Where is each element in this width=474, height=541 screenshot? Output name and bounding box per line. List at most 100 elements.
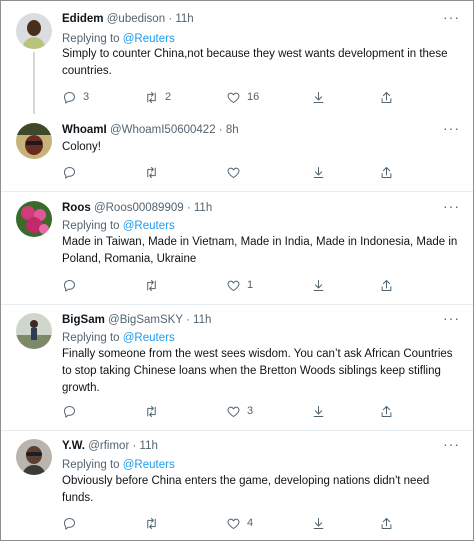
- author-name[interactable]: Y.W.: [62, 440, 85, 452]
- reply-icon: [64, 166, 75, 179]
- tweet-text: Finally someone from the west sees wisdo…: [62, 348, 453, 394]
- thread-line: [33, 52, 35, 114]
- like-icon: [227, 406, 240, 417]
- replying-to: Replying to @Reuters: [62, 459, 175, 471]
- replying-label: Replying to: [62, 33, 120, 45]
- tweet-actions: 3 2 16: [62, 88, 402, 106]
- retweet-icon: [147, 166, 156, 178]
- mention-link[interactable]: @Reuters: [123, 220, 175, 232]
- more-icon[interactable]: ···: [443, 310, 460, 326]
- reply-icon: [64, 517, 75, 530]
- tweet-header: WhoamI @WhoamI50600422 · 8h: [62, 124, 239, 136]
- reply-button[interactable]: [62, 402, 83, 420]
- retweet-button[interactable]: [144, 514, 165, 532]
- like-count: 4: [247, 517, 254, 529]
- share-button[interactable]: [379, 402, 394, 420]
- retweet-count: 2: [165, 91, 172, 103]
- tweet-header: Edidem @ubedison · 11h: [62, 13, 194, 25]
- author-name[interactable]: WhoamI: [62, 124, 107, 136]
- mention-link[interactable]: @Reuters: [123, 459, 175, 471]
- like-button[interactable]: 4: [226, 514, 253, 532]
- timestamp[interactable]: 11h: [193, 314, 211, 326]
- reply-button[interactable]: [62, 276, 83, 294]
- author-name[interactable]: BigSam: [62, 314, 105, 326]
- reply-icon: [64, 405, 75, 418]
- save-icon: [313, 517, 324, 529]
- avatar[interactable]: [16, 13, 52, 49]
- replying-label: Replying to: [62, 332, 120, 344]
- share-icon: [381, 517, 392, 529]
- share-icon: [381, 405, 392, 417]
- save-button[interactable]: [311, 88, 326, 106]
- tweet-text: Colony!: [62, 141, 101, 153]
- share-icon: [381, 166, 392, 178]
- more-icon[interactable]: ···: [443, 120, 460, 136]
- save-icon: [313, 91, 324, 103]
- replying-to: Replying to @Reuters: [62, 220, 175, 232]
- tweet-text: Made in Taiwan, Made in Vietnam, Made in…: [62, 236, 458, 265]
- timestamp[interactable]: 11h: [175, 13, 193, 25]
- tweet-header: Y.W. @rfimor · 11h: [62, 440, 158, 452]
- timestamp[interactable]: 11h: [194, 202, 212, 214]
- retweet-icon: [147, 91, 156, 103]
- save-button[interactable]: [311, 402, 326, 420]
- retweet-button[interactable]: [144, 276, 165, 294]
- replying-to: Replying to @Reuters: [62, 33, 175, 45]
- like-button[interactable]: 16: [226, 88, 259, 106]
- divider: [1, 304, 473, 305]
- reply-icon: [64, 279, 75, 292]
- avatar[interactable]: [16, 439, 52, 475]
- avatar[interactable]: [16, 123, 52, 159]
- like-icon: [227, 167, 240, 178]
- share-button[interactable]: [379, 514, 394, 532]
- like-button[interactable]: 1: [226, 276, 253, 294]
- author-handle[interactable]: @Roos00089909: [94, 202, 184, 214]
- retweet-icon: [147, 517, 156, 529]
- like-icon: [227, 92, 240, 103]
- reply-button[interactable]: [62, 163, 83, 181]
- author-handle[interactable]: @WhoamI50600422: [110, 124, 216, 136]
- tweet-text: Simply to counter China,not because they…: [62, 48, 448, 77]
- reply-button[interactable]: [62, 514, 83, 532]
- more-icon[interactable]: ···: [443, 9, 460, 25]
- retweet-button[interactable]: [144, 163, 165, 181]
- reply-count: 3: [83, 91, 90, 103]
- save-button[interactable]: [311, 276, 326, 294]
- timestamp[interactable]: 11h: [140, 440, 158, 452]
- reply-button[interactable]: 3: [62, 88, 89, 106]
- retweet-button[interactable]: 2: [144, 88, 171, 106]
- author-handle[interactable]: @rfimor: [88, 440, 129, 452]
- save-button[interactable]: [311, 514, 326, 532]
- save-icon: [313, 166, 324, 178]
- share-button[interactable]: [379, 163, 394, 181]
- mention-link[interactable]: @Reuters: [123, 332, 175, 344]
- more-icon[interactable]: ···: [443, 198, 460, 214]
- tweet-header: Roos @Roos00089909 · 11h: [62, 202, 213, 214]
- retweet-icon: [147, 405, 156, 417]
- share-icon: [381, 91, 392, 103]
- divider: [1, 430, 473, 431]
- avatar[interactable]: [16, 313, 52, 349]
- replying-label: Replying to: [62, 220, 120, 232]
- replying-label: Replying to: [62, 459, 120, 471]
- more-icon[interactable]: ···: [443, 436, 460, 452]
- replying-to: Replying to @Reuters: [62, 332, 175, 344]
- like-count: 16: [247, 91, 260, 103]
- like-count: 1: [247, 279, 254, 291]
- author-name[interactable]: Roos: [62, 202, 91, 214]
- like-button[interactable]: [226, 163, 247, 181]
- tweet-text: Obviously before China enters the game, …: [62, 475, 430, 504]
- like-count: 3: [247, 405, 254, 417]
- author-name[interactable]: Edidem: [62, 13, 104, 25]
- retweet-button[interactable]: [144, 402, 165, 420]
- timestamp[interactable]: 8h: [226, 124, 239, 136]
- avatar[interactable]: [16, 201, 52, 237]
- like-icon: [227, 280, 240, 291]
- mention-link[interactable]: @Reuters: [123, 33, 175, 45]
- share-button[interactable]: [379, 276, 394, 294]
- save-button[interactable]: [311, 163, 326, 181]
- author-handle[interactable]: @BigSamSKY: [108, 314, 183, 326]
- author-handle[interactable]: @ubedison: [107, 13, 165, 25]
- share-button[interactable]: [379, 88, 394, 106]
- like-button[interactable]: 3: [226, 402, 253, 420]
